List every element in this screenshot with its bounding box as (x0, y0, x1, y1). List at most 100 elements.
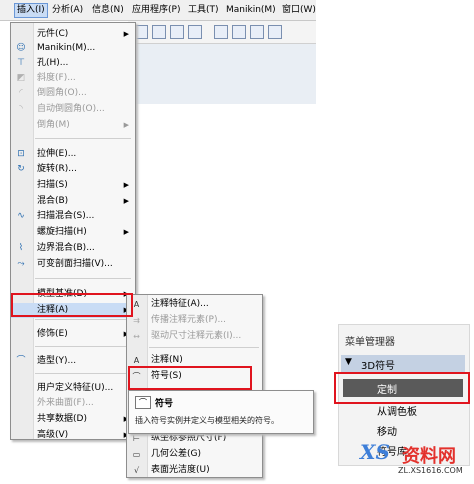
menu-window[interactable]: 窗口(W) (282, 4, 316, 17)
insert-menu-item-label: 造型(Y)... (37, 356, 77, 366)
coordinate-system-icon[interactable] (268, 25, 282, 39)
insert-menu-item-label: 拉伸(E)... (37, 149, 77, 159)
foreign-surface-icon (15, 398, 27, 409)
insert-menu-item-label: 倒圆角(O)... (37, 88, 87, 98)
insert-menu-item-label: 边界混合(B)... (37, 243, 95, 253)
submenu-arrow-icon: ▶ (123, 197, 129, 205)
menu-separator (35, 346, 131, 347)
insert-menu-item[interactable]: 共享数据(D)▶ (11, 412, 135, 427)
insert-menu-item-label: 元件(C) (37, 29, 69, 39)
watermark-logo: XS (360, 440, 390, 464)
insert-menu-item[interactable]: 元件(C) ▶ (11, 27, 135, 42)
draft-icon: ◩ (16, 73, 26, 83)
insert-menu-item[interactable]: 扫描(S) ▶ (11, 178, 135, 193)
insert-menu-item-label: 用户定义特征(U)... (37, 383, 114, 393)
insert-menu-item-label: Manikin(M)... (37, 43, 96, 53)
chamfer-icon (15, 120, 27, 131)
insert-menu-item[interactable]: 螺旋扫描(H) ▶ (11, 225, 135, 240)
insert-menu-item-label: 高级(V) (37, 430, 69, 440)
menu-separator (35, 373, 131, 374)
annotation-menu-item[interactable]: A 注释特征(A)... (127, 297, 262, 312)
insert-menu-item-label: 倒角(M) (37, 120, 70, 130)
menu-manager-title: 菜单管理器 (345, 337, 395, 348)
insert-menu-item[interactable]: ⤳ 可变剖面扫描(V)... (11, 257, 135, 272)
insert-menu-item[interactable]: ⊡ 拉伸(E)... (11, 147, 135, 162)
toolbar (128, 21, 316, 44)
menu-item-move[interactable]: 移动 (377, 423, 397, 438)
annotation-menu-item[interactable]: √ 表面光洁度(U) (127, 463, 262, 478)
menu-insert[interactable]: 插入(I) (14, 3, 48, 18)
menu-item-from-palette[interactable]: 从调色板 (377, 403, 417, 418)
highlight-custom-item (334, 372, 470, 404)
regenerate-icon[interactable] (134, 25, 148, 39)
annotation-menu-item-label: 驱动尺寸注释元素(I)... (151, 331, 242, 341)
surface-finish-icon: √ (133, 466, 140, 475)
round-icon: ◜ (19, 88, 23, 98)
menu-separator (149, 347, 259, 348)
extrude-icon: ⊡ (17, 149, 25, 159)
manikin-icon: ☺ (16, 43, 26, 53)
menu-bar: 插入(I) 分析(A) 信息(N) 应用程序(P) 工具(T) Manikin(… (0, 0, 316, 21)
annotation-menu-item[interactable]: ▭ 几何公差(G) (127, 447, 262, 462)
insert-menu-item[interactable]: ☺ Manikin(M)... (11, 41, 135, 56)
tooltip-description: 插入符号实例并定义与模型相关的符号。 (135, 416, 279, 425)
annotation-menu-item-label: 注释特征(A)... (151, 299, 209, 309)
revolve-icon: ↻ (17, 164, 25, 174)
menu-applications[interactable]: 应用程序(P) (132, 4, 180, 17)
insert-menu-item[interactable]: ↻ 旋转(R)... (11, 162, 135, 177)
find-icon[interactable] (170, 25, 184, 39)
insert-menu-item-label: 共享数据(D) (37, 414, 87, 424)
workspace-area (128, 44, 316, 104)
menu-info[interactable]: 信息(N) (92, 4, 124, 17)
insert-menu-item: 外来曲面(F)... (11, 396, 135, 411)
insert-menu-item-label: 扫描(S) (37, 180, 68, 190)
annotation-menu-item: ↔ 驱动尺寸注释元素(I)... (127, 329, 262, 344)
insert-menu-item: 倒角(M) ▶ (11, 118, 135, 133)
hole-icon: ⊤ (17, 58, 25, 68)
geometric-tolerance-icon: ▭ (132, 450, 141, 459)
auto-round-icon: ◝ (19, 104, 23, 114)
symbol-icon: ⌒ (135, 396, 151, 409)
section-3d-symbol[interactable]: ▼ 3D符号 (341, 355, 465, 373)
highlight-annotation-item (11, 293, 133, 317)
watermark-brand: 资料网 (402, 446, 456, 467)
select-box-icon[interactable] (188, 25, 202, 39)
highlight-symbol-item (128, 366, 252, 390)
menu-separator (35, 278, 131, 279)
relations-icon[interactable] (152, 25, 166, 39)
insert-menu-item[interactable]: 高级(V)▶ (11, 428, 135, 443)
insert-menu-item[interactable]: ∿ 扫描混合(S)... (11, 209, 135, 224)
menu-separator (35, 319, 131, 320)
advanced-icon (15, 430, 27, 441)
submenu-arrow-icon: ▶ (123, 30, 129, 38)
annotation-menu-item-label: 传播注释元素(P)... (151, 315, 227, 325)
datum-point-icon[interactable] (250, 25, 264, 39)
insert-menu-item[interactable]: ⊤ 孔(H)... (11, 56, 135, 71)
note-icon: A (133, 356, 140, 365)
helical-sweep-icon (15, 227, 27, 238)
insert-menu-item[interactable]: 修饰(E)▶ (11, 327, 135, 342)
insert-menu: 元件(C) ▶ ☺ Manikin(M)... ⊤ 孔(H)... ◩ 斜度(F)... ◜ 倒圆… (10, 22, 136, 440)
sketch-icon[interactable] (214, 25, 228, 39)
insert-menu-item-label: 外来曲面(F)... (37, 398, 94, 408)
menu-manikin[interactable]: Manikin(M) (226, 4, 276, 17)
insert-menu-item-label: 旋转(R)... (37, 164, 77, 174)
insert-menu-item-label: 扫描混合(S)... (37, 211, 95, 221)
insert-menu-item[interactable]: 用户定义特征(U)... (11, 381, 135, 396)
menu-tools[interactable]: 工具(T) (188, 4, 219, 17)
insert-menu-item[interactable]: 混合(B) ▶ (11, 194, 135, 209)
section-label: 3D符号 (361, 361, 396, 372)
insert-menu-item-label: 可变剖面扫描(V)... (37, 259, 113, 269)
datum-axis-icon[interactable] (232, 25, 246, 39)
insert-menu-item-label: 修饰(E) (37, 329, 68, 339)
insert-menu-item[interactable]: ⌒ 造型(Y)... (11, 354, 135, 369)
watermark: XS 资料网 ZL.XS1616.COM (360, 440, 472, 480)
submenu-arrow-icon: ▶ (123, 181, 129, 189)
menu-analysis[interactable]: 分析(A) (52, 4, 83, 17)
component-icon (15, 29, 27, 40)
insert-menu-item: ◩ 斜度(F)... (11, 71, 135, 86)
insert-menu-item[interactable]: ⌇ 边界混合(B)... (11, 241, 135, 256)
style-icon: ⌒ (16, 356, 26, 366)
symbol-tooltip: ⌒ 符号 插入符号实例并定义与模型相关的符号。 (128, 390, 314, 434)
annotation-menu-item: ⇉ 传播注释元素(P)... (127, 313, 262, 328)
